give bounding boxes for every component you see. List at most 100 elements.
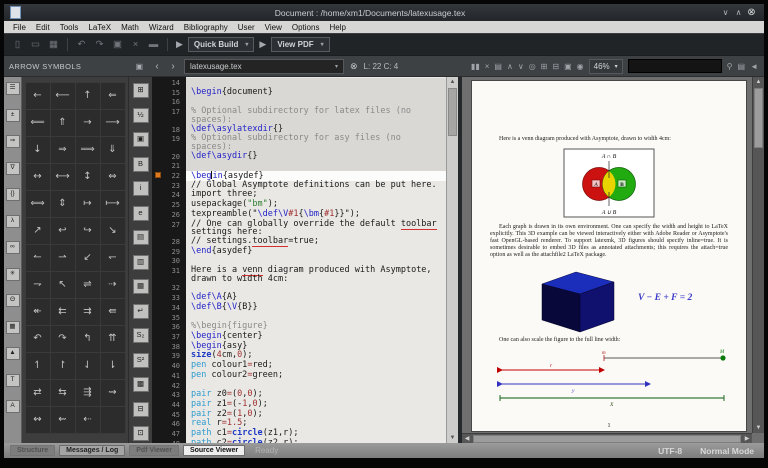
fit-width-icon[interactable]: ⊞	[541, 62, 548, 71]
scroll-down-icon[interactable]: ▼	[753, 423, 764, 433]
arrow-symbol-button[interactable]: ↼	[25, 244, 51, 272]
editor-line[interactable]: 48path c2=circle(z2,r);	[152, 439, 446, 443]
open-folder-icon[interactable]: ▭	[28, 39, 43, 50]
arrow-symbol-button[interactable]: ⇃	[75, 352, 101, 380]
view-pdf-combo[interactable]: View PDF ▾	[271, 37, 329, 52]
arrow-symbol-button[interactable]: ⟹	[75, 136, 101, 164]
frame-icon[interactable]: ⊞	[133, 83, 149, 98]
arrow-symbol-button[interactable]: ⇌	[75, 271, 101, 299]
bold-icon[interactable]: B	[133, 157, 149, 172]
editor-line[interactable]: 29\end{asydef}	[152, 247, 446, 257]
editor-line[interactable]: 34\def\B{\V{B}}	[152, 303, 446, 313]
save-icon[interactable]: ▦	[46, 39, 61, 50]
copy-icon[interactable]: ▣	[110, 39, 125, 50]
arrow-symbol-button[interactable]: ↶	[25, 325, 51, 353]
editor-scrollbar[interactable]: ▲ ▼	[446, 77, 458, 443]
arrow-symbol-button[interactable]: ⇂	[100, 352, 126, 380]
menu-item-help[interactable]: Help	[324, 23, 350, 32]
paste-icon[interactable]: ▬	[146, 39, 161, 50]
arrow-symbol-button[interactable]: ⟼	[100, 190, 126, 218]
open-file-combo[interactable]: latexusage.tex ▾	[184, 59, 344, 74]
external-viewer-icon[interactable]: ◄	[750, 62, 758, 71]
zoom-level-combo[interactable]: 46%▾	[589, 59, 623, 74]
matrix-icon[interactable]: ▩	[133, 377, 149, 392]
minimize-button[interactable]: ∨	[719, 8, 732, 17]
cube-image[interactable]	[526, 262, 622, 334]
arrow-symbol-button[interactable]: ⇈	[100, 325, 126, 353]
arrow-symbol-button[interactable]: ⇀	[50, 244, 76, 272]
run-view-pdf-icon[interactable]: ▶	[259, 39, 266, 50]
arrow-symbol-button[interactable]: ⟸	[25, 109, 51, 137]
arrow-symbol-button[interactable]: ↭	[25, 406, 51, 434]
search-icon[interactable]: ⚲	[727, 62, 733, 71]
scroll-down-icon[interactable]: ▼	[447, 433, 458, 443]
maximize-button[interactable]: ∧	[732, 8, 745, 17]
undo-icon[interactable]: ↶	[74, 39, 89, 50]
arrow-symbol-button[interactable]: ⇠	[75, 406, 101, 434]
tab-pdf-viewer[interactable]: Pdf Viewer	[129, 445, 179, 456]
arrow-symbol-button[interactable]: ↔	[25, 163, 51, 191]
pdf-vertical-scrollbar[interactable]: ▲ ▼	[752, 77, 764, 433]
stop-icon[interactable]: ×	[485, 62, 490, 71]
close-document-icon[interactable]: ⊗	[350, 61, 358, 72]
arrow-symbol-button[interactable]: ⇁	[25, 271, 51, 299]
next-document-icon[interactable]: ›	[168, 61, 178, 72]
editor-line[interactable]: 15\begin{document}	[152, 88, 446, 98]
arrow-symbol-button[interactable]: ↩	[50, 217, 76, 245]
arrow-symbol-button[interactable]: ⇢	[100, 271, 126, 299]
tabular-icon[interactable]: ⊡	[133, 426, 149, 441]
redo-icon[interactable]: ↷	[92, 39, 107, 50]
arrow-symbol-button[interactable]: ↿	[25, 352, 51, 380]
tikz-icon[interactable]: T	[6, 374, 20, 387]
newline-icon[interactable]: ↵	[133, 304, 149, 319]
editor-line[interactable]: 27// One can globally override the defau…	[152, 220, 446, 237]
arrow-symbol-button[interactable]: ⇆	[50, 379, 76, 407]
two-page-icon[interactable]: ▣	[564, 62, 572, 71]
editor-line[interactable]: 31Here is a venn diagram produced with A…	[152, 266, 446, 283]
arrow-symbol-button[interactable]: ⇐	[100, 82, 126, 110]
arrow-symbol-button[interactable]: ↞	[25, 298, 51, 326]
arrow-symbol-button[interactable]: ⟶	[100, 109, 126, 137]
pstricks-icon[interactable]: ▦	[6, 321, 20, 334]
run-quick-build-icon[interactable]: ▶	[176, 39, 183, 50]
menu-item-file[interactable]: File	[8, 23, 31, 32]
arrow-symbol-button[interactable]: ←	[25, 82, 51, 110]
arrow-symbol-button[interactable]: ⇇	[50, 298, 76, 326]
arrow-symbol-button[interactable]: ⇕	[50, 190, 76, 218]
menu-item-tools[interactable]: Tools	[55, 23, 84, 32]
relation-symbols-icon[interactable]: ±	[6, 109, 20, 122]
menu-item-bibliography[interactable]: Bibliography	[179, 23, 233, 32]
menu-item-math[interactable]: Math	[116, 23, 144, 32]
arrow-symbol-button[interactable]: ⇔	[100, 163, 126, 191]
most-used-icon[interactable]: ✳	[6, 268, 20, 281]
pdf-horizontal-scrollbar[interactable]: ◀ ▶	[462, 433, 752, 443]
menu-item-wizard[interactable]: Wizard	[144, 23, 179, 32]
arrow-symbol-button[interactable]: ↑	[75, 82, 101, 110]
continuous-mode-icon[interactable]: ◎	[529, 62, 536, 71]
arrow-symbol-button[interactable]: ⟷	[50, 163, 76, 191]
previous-document-icon[interactable]: ‹	[152, 61, 162, 72]
arrow-symbol-button[interactable]: ⇝	[100, 379, 126, 407]
subscript-icon[interactable]: S₂	[133, 328, 149, 343]
menu-item-view[interactable]: View	[260, 23, 287, 32]
quick-build-combo[interactable]: Quick Build ▾	[188, 37, 254, 52]
arrow-symbol-button[interactable]: ⇑	[50, 109, 76, 137]
arrow-symbol-button[interactable]: ↦	[75, 190, 101, 218]
arrow-symbol-button[interactable]: →	[75, 109, 101, 137]
print-icon[interactable]: ▤	[738, 62, 746, 71]
dock-panel-icon[interactable]: ▣	[135, 62, 143, 71]
arrow-symbol-button[interactable]: ↪	[75, 217, 101, 245]
menu-item-edit[interactable]: Edit	[31, 23, 55, 32]
arrow-symbol-button[interactable]: ⇒	[50, 136, 76, 164]
arrow-symbol-button[interactable]: ⟵	[50, 82, 76, 110]
menu-item-options[interactable]: Options	[287, 23, 325, 32]
log-icon[interactable]: ▤	[494, 62, 502, 71]
arrow-symbol-button[interactable]: ⇚	[100, 298, 126, 326]
new-document-icon[interactable]: ▯	[10, 39, 25, 50]
close-button[interactable]: ⊗	[745, 7, 758, 18]
delimiters-icon[interactable]: {}	[6, 188, 20, 201]
emphasis-icon[interactable]: e	[133, 206, 149, 221]
greek-letters-icon[interactable]: λ	[6, 215, 20, 228]
pdf-search-input[interactable]	[628, 59, 722, 73]
next-page-icon[interactable]: ∨	[518, 62, 524, 71]
